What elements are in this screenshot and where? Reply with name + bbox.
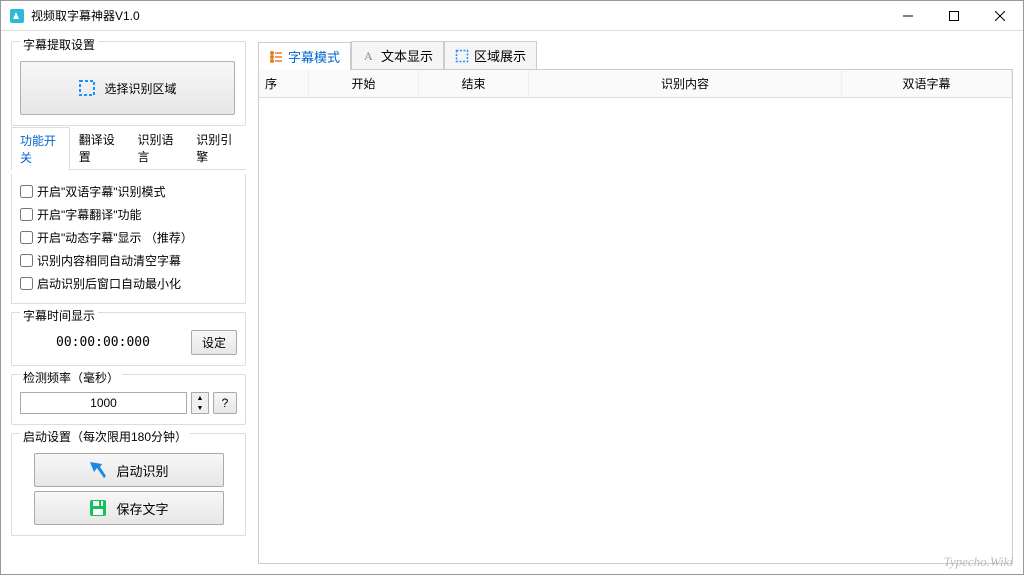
col-seq[interactable]: 序 — [259, 70, 309, 97]
right-tabstrip: 字幕模式 A 文本显示 区域展示 — [258, 41, 1013, 70]
checkbox-input[interactable] — [20, 231, 33, 244]
tab-recognition-language[interactable]: 识别语言 — [129, 126, 188, 169]
frequency-input[interactable]: 1000 — [20, 392, 187, 414]
col-bilingual[interactable]: 双语字幕 — [842, 70, 1012, 97]
spin-up-button[interactable]: ▲ — [192, 393, 208, 403]
settings-tabs-container: 功能开关 翻译设置 识别语言 识别引擎 开启"双语字幕"识别模式 开启"字幕翻译… — [11, 134, 246, 304]
checkbox-input[interactable] — [20, 185, 33, 198]
left-panel: 字幕提取设置 选择识别区域 功能开关 翻译设置 识别语言 识别引擎 开启"双语字… — [11, 41, 246, 564]
group-title: 启动设置（每次限用180分钟） — [20, 428, 190, 445]
checkbox-auto-clear[interactable]: 识别内容相同自动清空字幕 — [20, 249, 237, 272]
spin-down-button[interactable]: ▼ — [192, 403, 208, 413]
time-value: 00:00:00:000 — [20, 335, 150, 350]
save-label: 保存文字 — [116, 499, 168, 518]
set-time-button[interactable]: 设定 — [191, 330, 237, 355]
group-title: 检测频率（毫秒） — [20, 369, 122, 386]
svg-text:A: A — [364, 49, 373, 63]
app-body: 字幕提取设置 选择识别区域 功能开关 翻译设置 识别语言 识别引擎 开启"双语字… — [1, 31, 1023, 574]
col-content[interactable]: 识别内容 — [529, 70, 842, 97]
app-window: 视频取字幕神器V1.0 字幕提取设置 选择识别区域 功能开关 翻译设 — [0, 0, 1024, 575]
start-icon — [88, 460, 108, 480]
titlebar: 视频取字幕神器V1.0 — [1, 1, 1023, 31]
tab-subtitle-mode[interactable]: 字幕模式 — [258, 42, 351, 70]
checkbox-subtitle-translate[interactable]: 开启"字幕翻译"功能 — [20, 203, 237, 226]
region-icon — [455, 49, 469, 63]
minimize-button[interactable] — [885, 1, 931, 30]
tab-recognition-engine[interactable]: 识别引擎 — [187, 126, 246, 169]
frequency-group: 检测频率（毫秒） 1000 ▲ ▼ ? — [11, 374, 246, 425]
tab-text-display[interactable]: A 文本显示 — [351, 41, 444, 69]
table-header: 序 开始 结束 识别内容 双语字幕 — [259, 70, 1012, 98]
save-icon — [88, 498, 108, 518]
checkbox-input[interactable] — [20, 208, 33, 221]
start-settings-group: 启动设置（每次限用180分钟） 启动识别 保存文字 — [11, 433, 246, 536]
time-row: 00:00:00:000 设定 — [20, 330, 237, 355]
tab-region-display[interactable]: 区域展示 — [444, 41, 537, 69]
maximize-button[interactable] — [931, 1, 977, 30]
select-region-label: 选择识别区域 — [104, 80, 176, 97]
select-region-button[interactable]: 选择识别区域 — [20, 61, 235, 115]
checkbox-auto-minimize[interactable]: 启动识别后窗口自动最小化 — [20, 272, 237, 295]
extract-settings-group: 字幕提取设置 选择识别区域 — [11, 41, 246, 126]
tab-translate-settings[interactable]: 翻译设置 — [70, 126, 129, 169]
text-icon: A — [362, 49, 376, 63]
time-display-group: 字幕时间显示 00:00:00:000 设定 — [11, 312, 246, 366]
col-end[interactable]: 结束 — [419, 70, 529, 97]
start-label: 启动识别 — [116, 461, 168, 480]
save-text-button[interactable]: 保存文字 — [34, 491, 224, 525]
tab-function-switch[interactable]: 功能开关 — [11, 127, 70, 170]
window-controls — [885, 1, 1023, 30]
list-icon — [269, 50, 283, 64]
settings-tabstrip: 功能开关 翻译设置 识别语言 识别引擎 — [11, 126, 246, 170]
frequency-row: 1000 ▲ ▼ ? — [20, 392, 237, 414]
frequency-help-button[interactable]: ? — [213, 392, 237, 414]
group-title: 字幕时间显示 — [20, 307, 98, 324]
window-title: 视频取字幕神器V1.0 — [31, 7, 885, 24]
checkbox-bilingual-mode[interactable]: 开启"双语字幕"识别模式 — [20, 180, 237, 203]
group-title: 字幕提取设置 — [20, 36, 98, 53]
right-panel: 字幕模式 A 文本显示 区域展示 序 开始 结束 识别内容 双语字幕 — [258, 41, 1013, 564]
close-button[interactable] — [977, 1, 1023, 30]
start-recognition-button[interactable]: 启动识别 — [34, 453, 224, 487]
checkbox-input[interactable] — [20, 254, 33, 267]
col-start[interactable]: 开始 — [309, 70, 419, 97]
settings-tab-content: 开启"双语字幕"识别模式 开启"字幕翻译"功能 开启"动态字幕"显示 （推荐） … — [11, 174, 246, 304]
select-region-icon — [78, 79, 96, 97]
frequency-spinner: ▲ ▼ — [191, 392, 209, 414]
checkbox-input[interactable] — [20, 277, 33, 290]
app-icon — [9, 8, 25, 24]
table-body — [259, 98, 1012, 563]
subtitle-table: 序 开始 结束 识别内容 双语字幕 — [258, 70, 1013, 564]
checkbox-dynamic-subtitle[interactable]: 开启"动态字幕"显示 （推荐） — [20, 226, 237, 249]
